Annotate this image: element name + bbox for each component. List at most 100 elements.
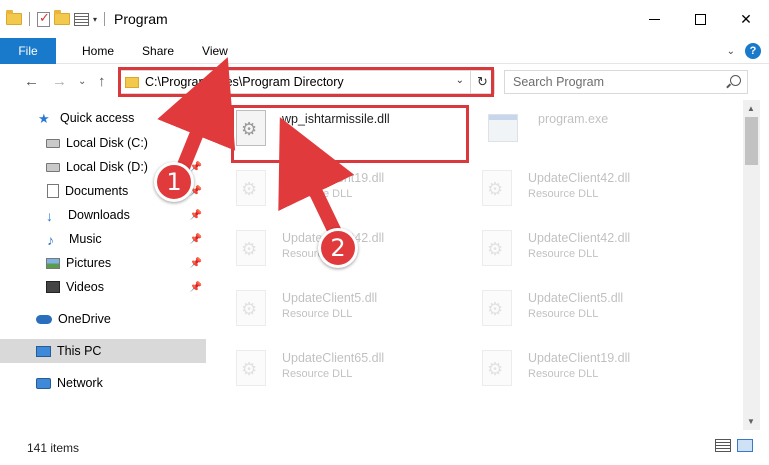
step-2-badge: 2	[318, 228, 358, 268]
vertical-scrollbar[interactable]: ▲ ▼	[743, 100, 760, 430]
maximize-button[interactable]	[677, 0, 723, 38]
sidebar-item-onedrive[interactable]: OneDrive	[0, 307, 206, 331]
pc-icon	[36, 345, 51, 357]
file-item[interactable]: UpdateClient65.dll Resource DLL	[210, 340, 410, 388]
file-type: Resource DLL	[282, 368, 353, 380]
sidebar-item-downloads[interactable]: ↓ Downloads 📌	[0, 203, 206, 227]
file-name: UpdateClient5.dll	[282, 291, 378, 305]
download-icon: ↓	[46, 208, 53, 224]
search-input[interactable]: Search Program	[504, 70, 748, 94]
pin-icon[interactable]: 📌	[190, 282, 202, 293]
dll-file-icon	[482, 350, 512, 386]
new-folder-icon[interactable]	[54, 10, 70, 25]
dll-file-icon	[482, 230, 512, 266]
item-count: 141 items	[27, 440, 80, 455]
search-icon[interactable]	[730, 75, 741, 86]
forward-arrow-icon[interactable]: →	[52, 73, 67, 90]
properties-icon[interactable]	[74, 12, 89, 26]
separator	[29, 12, 30, 26]
large-icons-view-icon[interactable]	[737, 439, 753, 452]
file-name: program.exe	[538, 112, 609, 126]
pin-icon[interactable]: 📌	[190, 234, 202, 245]
sidebar-item-label: Local Disk (D:)	[66, 160, 148, 174]
pin-icon[interactable]: 📌	[190, 258, 202, 269]
status-bar: 141 items	[0, 430, 769, 465]
sidebar-item-local-disk-c[interactable]: Local Disk (C:) 📌	[0, 131, 206, 155]
close-icon: ✕	[740, 10, 752, 27]
dll-file-icon	[236, 230, 266, 266]
tab-view[interactable]: View	[188, 38, 242, 64]
sidebar-item-label: OneDrive	[58, 312, 111, 326]
dll-file-icon	[236, 290, 266, 326]
exe-file-icon	[488, 114, 518, 142]
details-view-icon[interactable]	[715, 439, 731, 452]
close-button[interactable]: ✕	[723, 0, 769, 38]
sidebar-item-quick-access[interactable]: ★ Quick access	[0, 106, 206, 130]
file-item[interactable]: UpdateClient5.dll Resource DLL	[456, 280, 656, 328]
sidebar-item-label: Network	[57, 376, 103, 390]
documents-icon	[47, 184, 59, 198]
pictures-icon	[46, 257, 60, 269]
file-type: Resource DLL	[282, 308, 353, 320]
file-highlight	[231, 105, 469, 163]
file-type: Resource DLL	[528, 368, 599, 380]
dll-file-icon	[482, 290, 512, 326]
file-name: UpdateClient5.dll	[528, 291, 624, 305]
file-name: UpdateClient19.dll	[528, 351, 631, 365]
sidebar-item-this-pc[interactable]: This PC	[0, 339, 206, 363]
maximize-icon	[694, 13, 706, 25]
expand-ribbon-icon[interactable]: ⌄	[727, 46, 735, 57]
tab-home[interactable]: Home	[56, 38, 128, 64]
address-bar-highlight	[118, 67, 494, 97]
file-item[interactable]: UpdateClient42.dll Resource DLL	[210, 220, 410, 268]
customize-toolbar-icon[interactable]: ▾	[93, 15, 97, 24]
file-item[interactable]: UpdateClient42.dll Resource DLL	[456, 160, 656, 208]
file-type: Resource DLL	[528, 188, 599, 200]
separator	[104, 12, 106, 26]
file-item[interactable]: UpdateClient5.dll Resource DLL	[210, 280, 410, 328]
sidebar-item-pictures[interactable]: Pictures 📌	[0, 251, 206, 275]
file-item-program-exe[interactable]: program.exe	[460, 102, 660, 150]
minimize-icon	[648, 18, 660, 20]
sidebar-item-network[interactable]: Network	[0, 371, 206, 395]
file-name: UpdateClient19.dll	[282, 171, 385, 185]
disk-icon	[46, 138, 60, 148]
scroll-down-icon[interactable]: ▼	[747, 417, 755, 426]
file-item[interactable]: UpdateClient42.dll Resource DLL	[456, 220, 656, 268]
tab-share[interactable]: Share	[128, 38, 188, 64]
sidebar-item-label: Documents	[65, 184, 129, 198]
navigation-pane: ★ Quick access Local Disk (C:) 📌 Local D…	[0, 100, 208, 420]
pin-icon[interactable]: 📌	[190, 210, 202, 221]
sidebar-item-label: Downloads	[68, 208, 130, 222]
file-item[interactable]: UpdateClient19.dll Resource DLL	[210, 160, 410, 208]
file-type: Resource DLL	[528, 308, 599, 320]
star-icon: ★	[38, 111, 50, 126]
title-bar: ▾ Program ✕	[0, 0, 769, 38]
pin-icon[interactable]: 📌	[190, 162, 202, 173]
help-icon[interactable]: ?	[745, 43, 761, 59]
sidebar-item-videos[interactable]: Videos 📌	[0, 275, 206, 299]
search-placeholder: Search Program	[513, 75, 605, 89]
file-name: UpdateClient42.dll	[528, 231, 631, 245]
folder-icon	[6, 10, 22, 25]
up-arrow-icon[interactable]: ↑	[98, 73, 106, 90]
properties-check-icon[interactable]	[37, 10, 50, 27]
scrollbar-thumb[interactable]	[745, 117, 758, 165]
sidebar-item-label: Music	[69, 232, 102, 246]
scroll-up-icon[interactable]: ▲	[747, 104, 755, 113]
tab-file[interactable]: File	[0, 37, 56, 64]
window-title: Program	[114, 11, 168, 27]
sidebar-item-label: Pictures	[66, 256, 112, 270]
dll-file-icon	[236, 170, 266, 206]
videos-icon	[46, 281, 60, 293]
minimize-button[interactable]	[631, 0, 677, 38]
file-item[interactable]: UpdateClient19.dll Resource DLL	[456, 340, 656, 388]
file-type: Resource DLL	[282, 188, 353, 200]
pin-icon[interactable]: 📌	[190, 138, 202, 149]
step-1-badge: 1	[154, 162, 194, 202]
recent-locations-icon[interactable]: ⌄	[78, 76, 86, 87]
sidebar-item-music[interactable]: ♪ Music 📌	[0, 227, 206, 251]
back-arrow-icon[interactable]: ←	[24, 73, 39, 90]
dll-file-icon	[236, 350, 266, 386]
file-name: UpdateClient42.dll	[528, 171, 631, 185]
